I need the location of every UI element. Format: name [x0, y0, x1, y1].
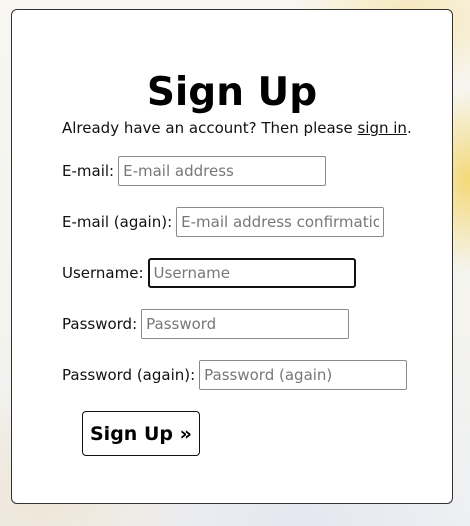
email-confirm-field[interactable]	[176, 207, 385, 237]
signin-prompt-text: Already have an account? Then please	[62, 119, 358, 137]
signup-card: Sign Up Already have an account? Then pl…	[11, 9, 453, 504]
email-confirm-row: E-mail (again):	[62, 207, 385, 237]
signin-prompt: Already have an account? Then please sig…	[62, 119, 412, 137]
password-field[interactable]	[141, 309, 350, 339]
email-label: E-mail:	[62, 162, 115, 180]
signup-submit-button[interactable]: Sign Up »	[82, 411, 200, 456]
email-confirm-label: E-mail (again):	[62, 213, 173, 231]
password-confirm-row: Password (again):	[62, 360, 408, 390]
username-label: Username:	[62, 264, 144, 282]
password-confirm-field[interactable]	[199, 360, 408, 390]
signin-prompt-period: .	[406, 119, 412, 137]
email-field[interactable]	[118, 156, 327, 186]
password-label: Password:	[62, 315, 138, 333]
username-row: Username:	[62, 258, 356, 288]
password-row: Password:	[62, 309, 350, 339]
password-confirm-label: Password (again):	[62, 366, 196, 384]
email-row: E-mail:	[62, 156, 327, 186]
signin-link[interactable]: sign in	[357, 119, 406, 137]
username-field[interactable]	[147, 258, 356, 288]
page-title: Sign Up	[146, 70, 318, 115]
